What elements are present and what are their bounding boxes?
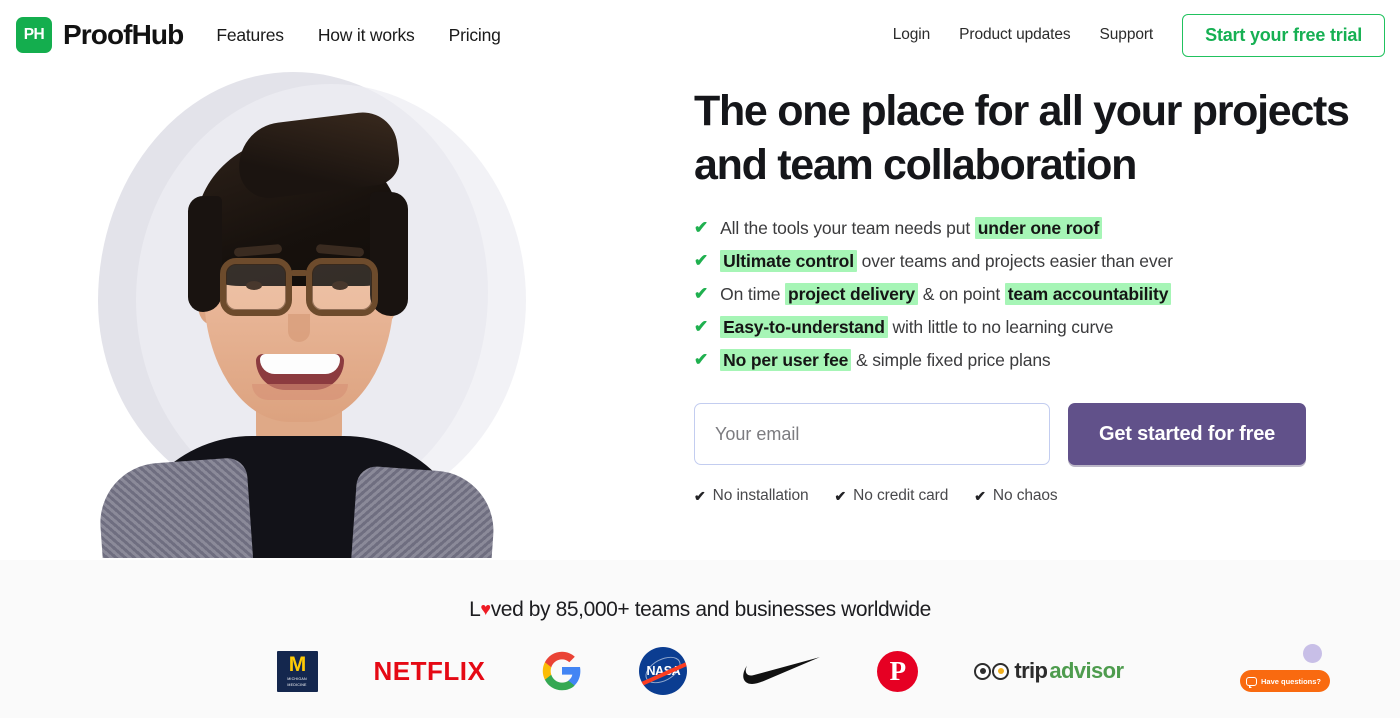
brand-logo[interactable]: PH ProofHub [16, 17, 184, 53]
logo-google [541, 648, 583, 694]
benefit-text: On time project delivery & on point team… [720, 283, 1172, 305]
logo-tripadvisor: trip advisor [974, 648, 1124, 694]
social-proof-band: L♥ved by 85,000+ teams and businesses wo… [0, 560, 1400, 718]
have-questions-chat-button[interactable]: Have questions? [1240, 670, 1331, 692]
benefit-text: No per user fee & simple fixed price pla… [720, 349, 1051, 371]
chat-button-label: Have questions? [1261, 676, 1322, 686]
assurance-label: No credit card [853, 487, 949, 504]
nav-item-support[interactable]: Support [1100, 26, 1154, 44]
list-item: ✔ All the tools your team needs put unde… [694, 217, 1384, 239]
benefit-highlight: No per user fee [720, 349, 852, 371]
benefit-highlight: project delivery [785, 283, 919, 305]
check-icon: ✔ [694, 251, 709, 270]
secondary-nav: Login Product updates Support Start your… [893, 13, 1385, 57]
logo-michigan-medicine: M MICHIGAN MEDICINE [276, 648, 318, 694]
benefit-highlight-2: team accountability [1004, 283, 1172, 305]
tripadvisor-owl-icon [974, 662, 1010, 680]
nasa-icon: NASA [639, 647, 688, 695]
logo-nasa: NASA [639, 647, 688, 695]
landing-page: PH ProofHub Features How it works Pricin… [0, 0, 1400, 718]
customer-logos: M MICHIGAN MEDICINE NETFLIX P trip advis… [0, 647, 1400, 695]
benefit-text: Ultimate control over teams and projects… [720, 250, 1173, 272]
email-input[interactable] [694, 403, 1050, 465]
check-icon: ✔ [694, 284, 709, 303]
nav-item-login[interactable]: Login [893, 26, 931, 44]
benefits-list: ✔ All the tools your team needs put unde… [694, 217, 1384, 371]
check-icon: ✔ [694, 350, 709, 369]
logo-nike [743, 648, 821, 694]
brand-name: ProofHub [63, 19, 184, 50]
nav-item-pricing[interactable]: Pricing [449, 25, 501, 46]
proofhub-logo-icon: PH [16, 17, 52, 53]
list-item: ✔ No per user fee & simple fixed price p… [694, 349, 1384, 371]
check-icon: ✔ [694, 487, 706, 504]
pinterest-letter: P [889, 655, 907, 686]
benefit-text: Easy-to-understand with little to no lea… [720, 316, 1113, 338]
get-started-button[interactable]: Get started for free [1068, 403, 1307, 465]
loved-suffix: ved by 85,000+ teams and businesses worl… [490, 598, 932, 621]
primary-nav: Features How it works Pricing [216, 25, 501, 46]
site-header: PH ProofHub Features How it works Pricin… [0, 0, 1400, 70]
benefit-highlight: Easy-to-understand [720, 316, 888, 338]
list-item: ✔ On time project delivery & on point te… [694, 283, 1384, 305]
assurance-no-chaos: ✔ No chaos [974, 487, 1057, 505]
nav-item-features[interactable]: Features [216, 25, 284, 46]
assurance-no-installation: ✔ No installation [694, 487, 809, 505]
portrait-illustration [96, 108, 498, 558]
assurance-label: No chaos [992, 487, 1058, 504]
heart-icon: ♥ [480, 599, 491, 619]
netflix-wordmark: NETFLIX [373, 655, 486, 686]
google-icon [543, 651, 581, 691]
nav-item-product-updates[interactable]: Product updates [959, 26, 1070, 44]
logo-pinterest: P [877, 648, 919, 694]
check-icon: ✔ [974, 487, 986, 504]
assurance-no-credit-card: ✔ No credit card [835, 487, 949, 505]
nike-swoosh-icon [743, 657, 821, 684]
page-title: The one place for all your projects and … [694, 87, 1350, 189]
check-icon: ✔ [834, 487, 847, 504]
loved-by-heading: L♥ved by 85,000+ teams and businesses wo… [0, 560, 1400, 622]
benefit-highlight: under one roof [974, 217, 1103, 239]
chat-bubble-icon [1246, 676, 1257, 688]
assurance-label: No installation [712, 487, 809, 504]
tripadvisor-word-advisor: advisor [1049, 658, 1124, 683]
logo-netflix: NETFLIX [374, 648, 486, 694]
list-item: ✔ Easy-to-understand with little to no l… [694, 316, 1384, 338]
chat-notification-dot[interactable] [1303, 644, 1322, 663]
nav-item-how-it-works[interactable]: How it works [318, 25, 415, 46]
tripadvisor-mark: trip advisor [974, 658, 1124, 684]
check-icon: ✔ [694, 317, 709, 336]
list-item: ✔ Ultimate control over teams and projec… [694, 250, 1384, 272]
michigan-m-letter: M [288, 652, 306, 676]
logo-mark-text: PH [23, 26, 45, 44]
check-icon: ✔ [694, 218, 709, 237]
michigan-sub-line-2: MEDICINE [287, 683, 307, 687]
hero-portrait-image [16, 62, 554, 558]
benefit-highlight: Ultimate control [720, 250, 857, 272]
michigan-sub-line-1: MICHIGAN [287, 676, 307, 681]
benefit-text: All the tools your team needs put under … [720, 217, 1103, 239]
loved-prefix: L [469, 598, 481, 621]
michigan-medicine-icon: M MICHIGAN MEDICINE [276, 650, 318, 692]
assurances-row: ✔ No installation ✔ No credit card ✔ No … [694, 487, 1384, 505]
hero-content: The one place for all your projects and … [694, 84, 1384, 505]
pinterest-icon: P [877, 650, 919, 692]
signup-form: Get started for free [694, 403, 1384, 465]
tripadvisor-word-trip: trip [1014, 658, 1048, 683]
start-free-trial-button[interactable]: Start your free trial [1182, 13, 1385, 57]
